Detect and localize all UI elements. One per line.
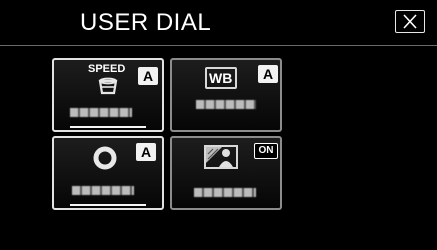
- setting-value-blurred: [196, 100, 256, 109]
- selected-indicator: [70, 126, 146, 128]
- auto-badge: A: [138, 67, 158, 85]
- page-title: USER DIAL: [80, 9, 212, 36]
- header-bar: USER DIAL: [0, 0, 437, 45]
- setting-value-blurred: [194, 188, 256, 197]
- speed-tile[interactable]: SPEED A: [52, 58, 164, 132]
- auto-badge: A: [136, 143, 156, 161]
- header-divider: [0, 45, 437, 46]
- selected-indicator: [70, 204, 146, 206]
- white-balance-tile[interactable]: WB A: [170, 58, 282, 132]
- focus-ring-icon: [93, 146, 117, 170]
- close-icon: [403, 14, 417, 29]
- on-badge: ON: [254, 143, 278, 159]
- backlight-icon: [204, 145, 238, 169]
- white-balance-icon: WB: [205, 67, 237, 89]
- setting-value-blurred: [72, 186, 134, 195]
- speed-label: SPEED: [88, 63, 126, 75]
- close-button[interactable]: [395, 10, 425, 33]
- setting-value-blurred: [70, 108, 132, 117]
- focus-tile[interactable]: A: [52, 136, 164, 210]
- wb-label: WB: [209, 70, 233, 86]
- backlight-tile[interactable]: ON: [170, 136, 282, 210]
- auto-badge: A: [258, 65, 278, 83]
- zoom-speed-icon: [98, 77, 118, 95]
